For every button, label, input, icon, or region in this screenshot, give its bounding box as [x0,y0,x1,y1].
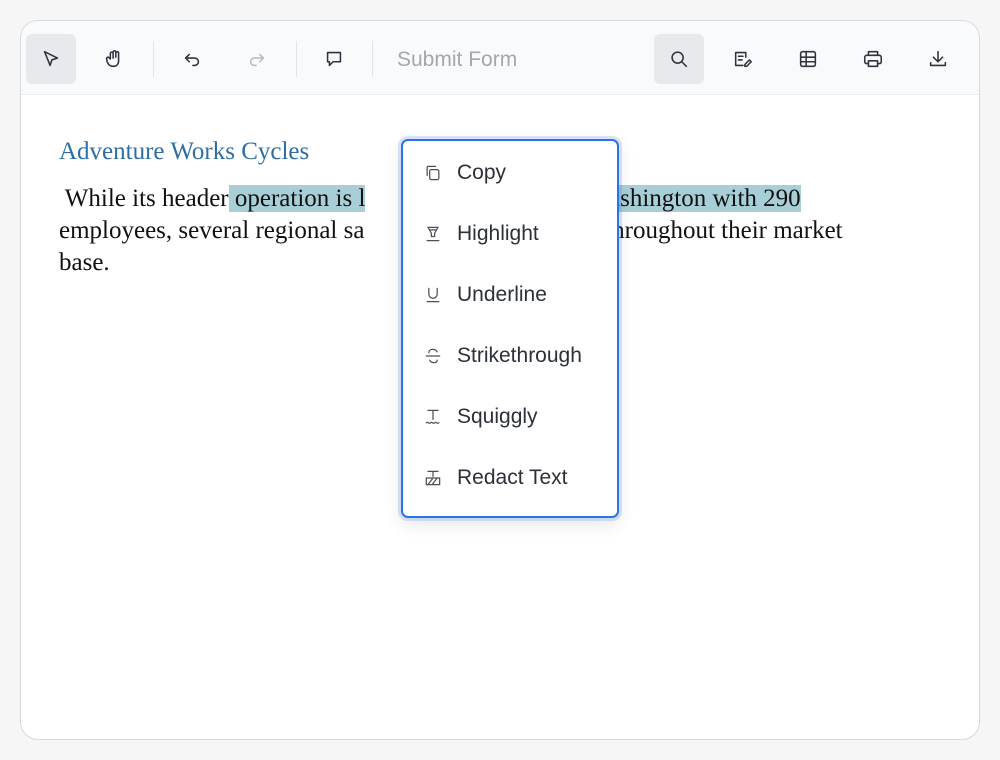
redo-button[interactable] [232,34,282,84]
download-button[interactable] [913,34,963,84]
toolbar: Submit Form [21,21,979,95]
menu-item-label: Copy [457,161,507,184]
form-fields-button[interactable] [783,34,833,84]
copy-icon [421,161,445,185]
menu-item-label: Strikethrough [457,344,582,367]
undo-button[interactable] [167,34,217,84]
paragraph-text: d throughout their market [586,217,843,244]
document-title: Adventure Works Cycles [59,138,310,165]
toolbar-separator [296,41,297,77]
hand-icon [105,50,120,68]
menu-item-label: Squiggly [457,405,538,428]
toolbar-separator [372,41,373,77]
document-paragraph-line-3: base. [59,249,110,276]
squiggly-icon [421,405,445,429]
strikethrough-icon [421,344,445,368]
menu-item-strikethrough[interactable]: Strikethrough [403,330,617,382]
menu-item-highlight[interactable]: Highlight [403,208,617,260]
form-grid-icon [799,50,817,68]
printer-icon [863,50,883,68]
print-button[interactable] [848,34,898,84]
pointer-arrow-icon [43,50,59,67]
toolbar-separator [153,41,154,77]
underline-icon [421,283,445,307]
menu-item-redact-text[interactable]: Redact Text [403,452,617,504]
selected-text[interactable]: operation is l [228,185,366,212]
menu-item-copy[interactable]: Copy [403,147,617,199]
text-selection-context-menu: Copy Highlight Underline Strikethrough S… [401,139,619,518]
paragraph-text: employees, several regional sa [59,217,365,244]
edit-annotation-icon [734,51,753,68]
redact-icon [421,466,445,490]
selected-text[interactable]: Washington with 290 [587,185,801,212]
menu-item-label: Redact Text [457,466,568,489]
comment-button[interactable] [309,34,359,84]
menu-item-squiggly[interactable]: Squiggly [403,391,617,443]
search-icon [671,51,688,68]
search-button[interactable] [654,34,704,84]
menu-item-label: Highlight [457,222,539,245]
redo-icon [249,53,265,67]
pan-tool-button[interactable] [89,34,139,84]
highlighter-icon [421,222,445,246]
menu-item-label: Underline [457,283,547,306]
comment-icon [326,51,342,67]
paragraph-text: While its header [59,185,229,212]
submit-form-button[interactable]: Submit Form [387,45,527,75]
undo-icon [184,53,200,67]
select-tool-button[interactable] [26,34,76,84]
menu-item-underline[interactable]: Underline [403,269,617,321]
download-icon [929,50,947,67]
annotate-button[interactable] [718,34,768,84]
